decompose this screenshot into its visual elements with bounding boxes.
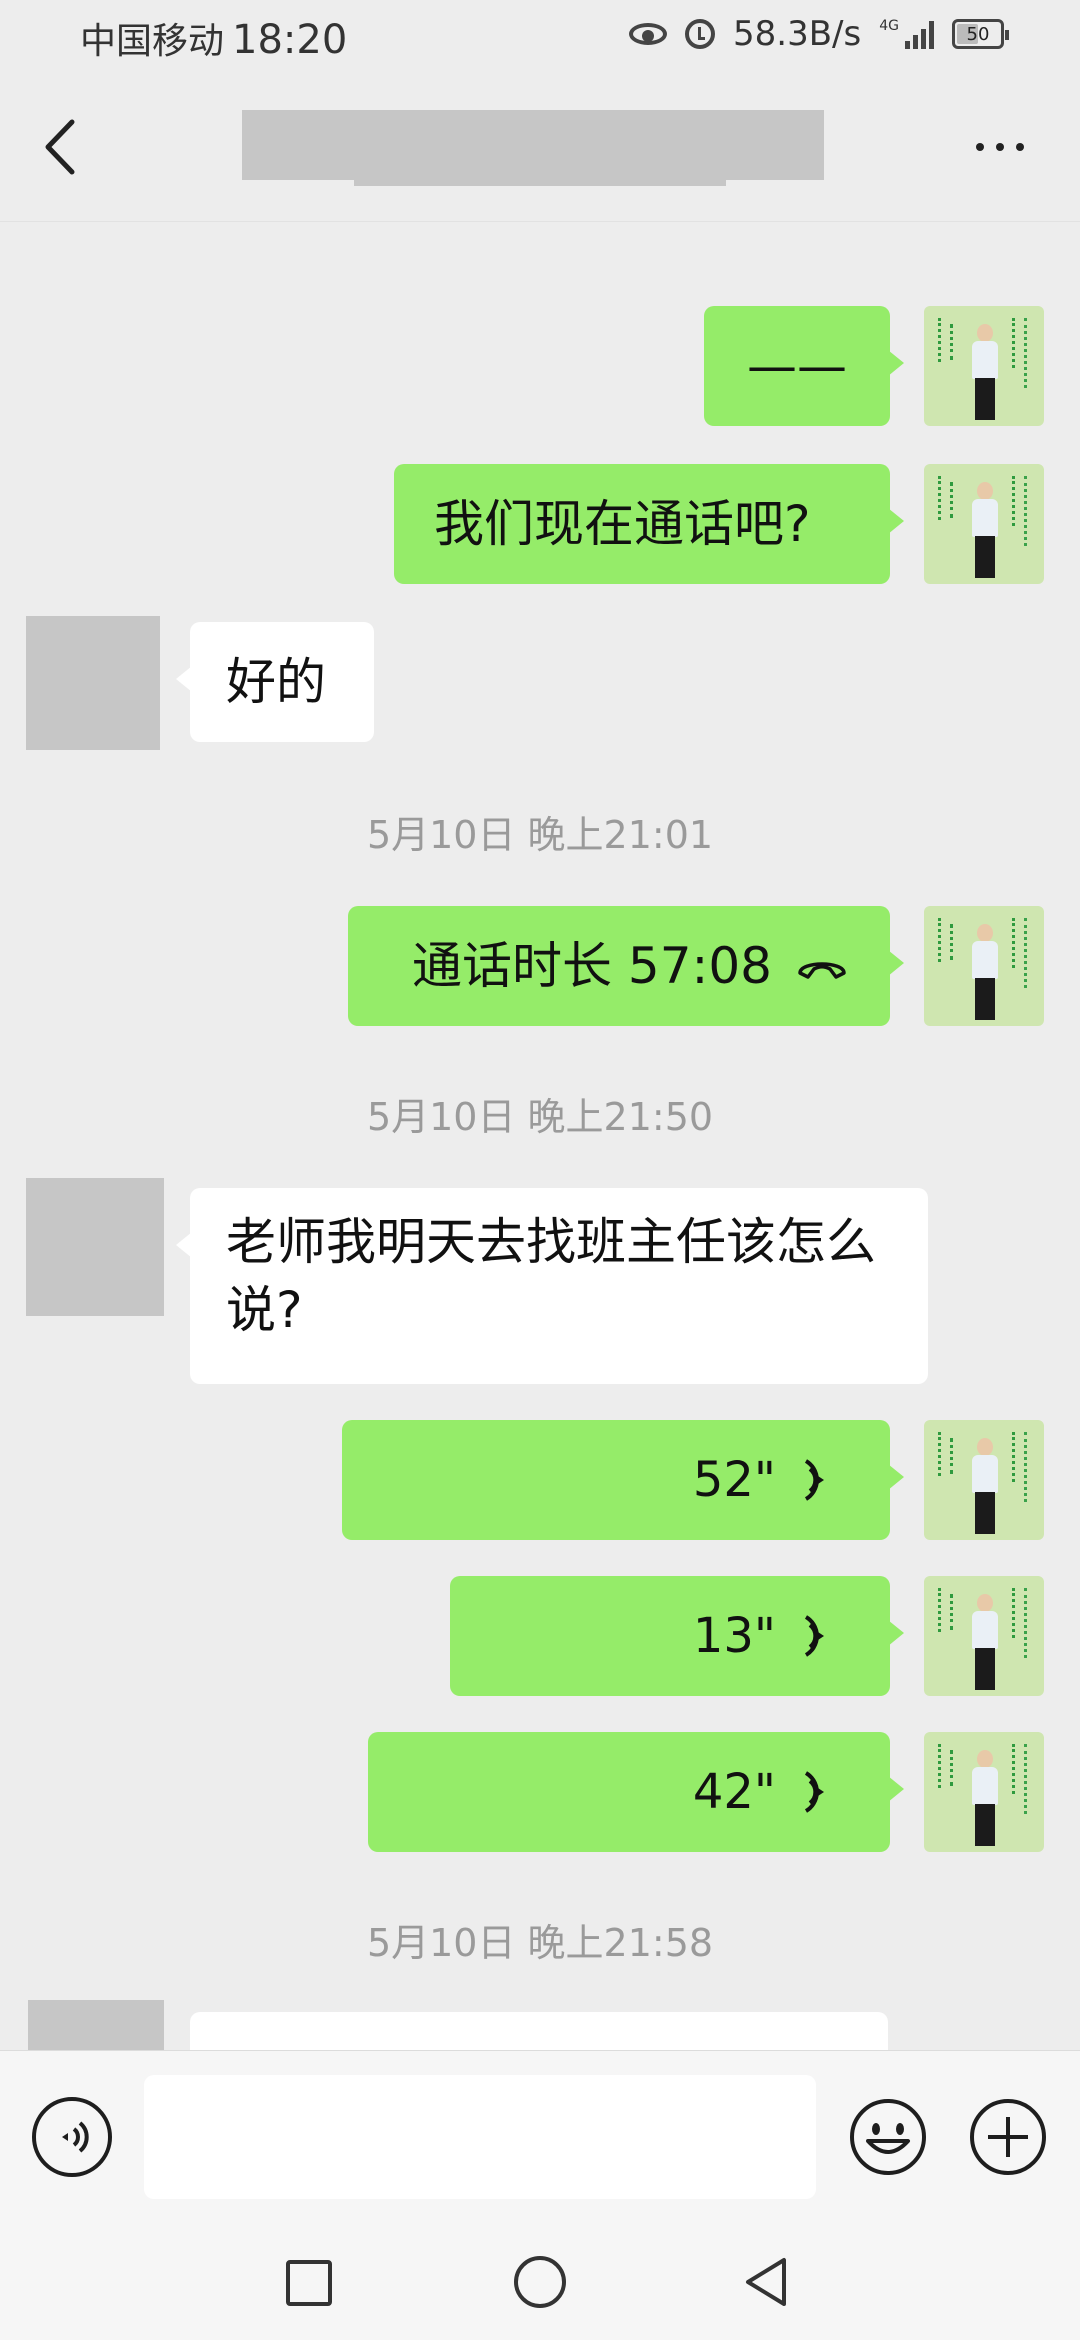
signal-icon: 4G [879, 19, 934, 49]
avatar-contact[interactable] [26, 616, 160, 750]
back-button[interactable] [36, 112, 86, 182]
chat-area[interactable]: —— 我们现在通话吧? 好的 5月10日 晚上21:01 通话时长 57:08 … [0, 222, 1080, 2050]
avatar-self[interactable] [924, 464, 1044, 584]
message-bubble-outgoing[interactable]: —— [704, 306, 904, 426]
message-text: —— [747, 337, 847, 395]
voice-toggle-button[interactable] [32, 2097, 112, 2177]
contact-subtitle-redacted [354, 130, 726, 186]
message-bubble-incoming[interactable]: 好的 [176, 622, 374, 742]
battery-icon: 50 [952, 19, 1009, 49]
plus-button[interactable] [968, 2097, 1048, 2177]
plus-icon [970, 2099, 1046, 2175]
voice-message-bubble[interactable]: 42" [368, 1732, 904, 1852]
avatar-self[interactable] [924, 906, 1044, 1026]
triangle-back-icon[interactable] [742, 2254, 792, 2310]
square-icon[interactable] [286, 2260, 332, 2306]
avatar-self[interactable] [924, 1576, 1044, 1696]
voice-message-bubble[interactable]: 52" [342, 1420, 904, 1540]
avatar-self[interactable] [924, 306, 1044, 426]
message-bubble-incoming[interactable] [190, 2012, 888, 2050]
message-text: 我们现在通话吧? [434, 495, 811, 553]
avatar-self[interactable] [924, 1732, 1044, 1852]
emoji-icon [850, 2099, 926, 2175]
message-input[interactable] [144, 2075, 816, 2199]
status-bar: 中国移动 18:20 58.3B/s 4G 50 [0, 0, 1080, 72]
chevron-left-icon [45, 119, 75, 175]
emoji-button[interactable] [848, 2097, 928, 2177]
network-type: 4G [879, 18, 899, 34]
battery-level: 50 [966, 23, 990, 45]
voice-wave-icon [804, 1615, 824, 1657]
message-text: 好的 [226, 653, 326, 711]
timestamp: 5月10日 晚上21:58 [366, 1921, 714, 1965]
status-left: 中国移动 18:20 [80, 12, 347, 64]
voice-toggle-icon [62, 2121, 89, 2153]
avatar-contact[interactable] [26, 1178, 164, 1316]
message-text: 老师我明天去找班主任该怎么说? [226, 1213, 876, 1339]
clock: 18:20 [232, 17, 348, 63]
carrier-label: 中国移动 [80, 21, 225, 62]
timestamp: 5月10日 晚上21:01 [366, 813, 714, 857]
voice-wave-icon [804, 1459, 824, 1501]
system-nav-bar [0, 2232, 1080, 2340]
more-button[interactable] [970, 132, 1030, 162]
message-bubble-incoming[interactable]: 老师我明天去找班主任该怎么说? [176, 1188, 928, 1384]
avatar-contact[interactable] [28, 2000, 164, 2050]
avatar-self[interactable] [924, 1420, 1044, 1540]
voice-message-bubble[interactable]: 13" [450, 1576, 904, 1696]
more-horizontal-icon [976, 143, 984, 151]
voice-wave-icon [804, 1771, 824, 1813]
alarm-icon [685, 19, 716, 49]
call-record-bubble[interactable]: 通话时长 57:08 [348, 906, 904, 1026]
call-duration-text: 通话时长 57:08 [412, 937, 772, 995]
status-right: 58.3B/s 4G 50 [629, 14, 1009, 54]
voice-duration: 13" [692, 1608, 776, 1664]
phone-hangup-icon [798, 962, 846, 979]
input-bar [0, 2050, 1080, 2232]
eye-icon [629, 23, 668, 45]
message-bubble-outgoing[interactable]: 我们现在通话吧? [394, 464, 904, 584]
network-speed: 58.3B/s [733, 14, 862, 54]
timestamp: 5月10日 晚上21:50 [366, 1095, 714, 1139]
voice-duration: 42" [692, 1764, 776, 1820]
voice-duration: 52" [692, 1452, 776, 1508]
circle-icon[interactable] [514, 2256, 566, 2308]
